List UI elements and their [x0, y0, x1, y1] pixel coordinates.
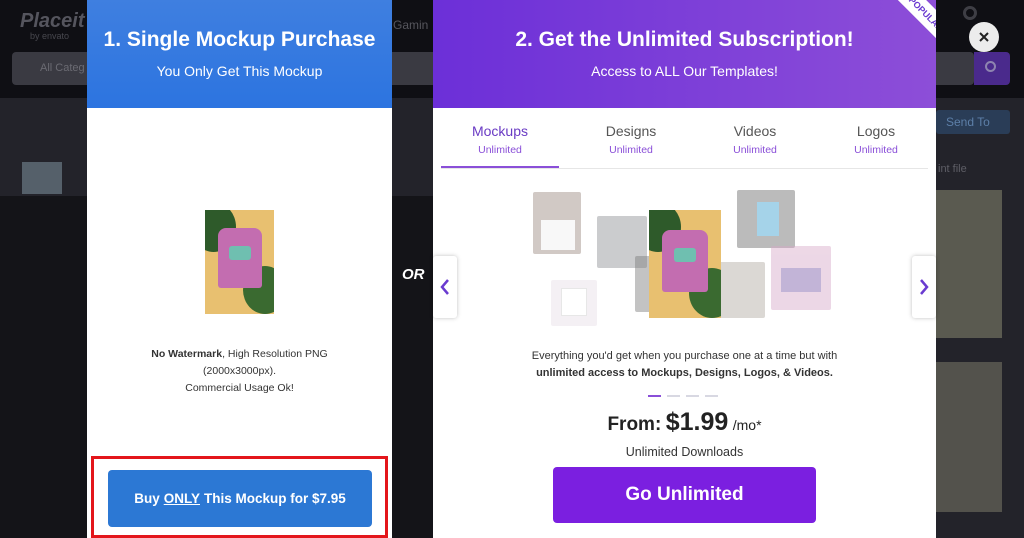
collage-image — [719, 262, 765, 318]
close-modal-button[interactable] — [969, 22, 999, 52]
unlimited-downloads-text: Unlimited Downloads — [625, 445, 744, 459]
chevron-left-icon — [440, 279, 449, 295]
tab-videos[interactable]: Videos Unlimited — [696, 118, 814, 168]
search-category: All Categ — [40, 62, 85, 74]
subscription-subtitle: Access to ALL Our Templates! — [591, 63, 778, 79]
price-from-label: From: — [607, 414, 662, 435]
collage-image — [533, 192, 581, 254]
tab-sublabel: Unlimited — [733, 144, 777, 156]
go-unlimited-button[interactable]: Go Unlimited — [553, 467, 816, 523]
no-watermark-label: No Watermark — [151, 348, 223, 360]
carousel-dot[interactable] — [648, 395, 661, 397]
collage-image — [737, 190, 795, 248]
placeit-logo: Placeit — [20, 10, 85, 32]
price-unit: /mo* — [732, 417, 762, 433]
print-file-text: int file — [938, 163, 967, 175]
subscription-header: 2. Get the Unlimited Subscription! Acces… — [433, 0, 936, 108]
or-divider-label: OR — [402, 266, 425, 283]
background-thumbnail — [22, 162, 62, 194]
tab-sublabel: Unlimited — [854, 144, 898, 156]
single-purchase-title: 1. Single Mockup Purchase — [103, 28, 376, 51]
tab-sublabel: Unlimited — [609, 144, 653, 156]
buy-label-only: ONLY — [163, 491, 200, 506]
nav-item-gaming: Gamin — [393, 18, 429, 32]
background-thumbnail — [936, 362, 1002, 512]
search-button — [974, 52, 1010, 85]
tabs-divider — [441, 168, 928, 169]
search-icon — [985, 61, 996, 72]
tab-label: Logos — [856, 123, 896, 139]
commercial-usage-text: Commercial Usage Ok! — [185, 382, 294, 394]
template-collage — [533, 190, 837, 330]
resolution-text: , High Resolution PNG — [222, 348, 328, 360]
carousel-indicators — [648, 395, 728, 398]
tab-sublabel: Unlimited — [478, 144, 522, 156]
buy-single-mockup-button[interactable]: Buy ONLY This Mockup for $7.95 — [108, 470, 372, 527]
price-amount: $1.99 — [665, 408, 729, 436]
featured-mockup-image — [649, 210, 721, 318]
carousel-next-button[interactable] — [912, 256, 936, 318]
collage-image — [771, 246, 831, 310]
tab-mockups[interactable]: Mockups Unlimited — [441, 118, 559, 168]
carousel-dot[interactable] — [686, 395, 699, 397]
buy-label-suffix: This Mockup for $7.95 — [203, 491, 346, 506]
carousel-dot[interactable] — [705, 395, 718, 397]
subscription-title: 2. Get the Unlimited Subscription! — [515, 28, 854, 51]
logo-subtitle: by envato — [30, 31, 70, 41]
single-purchase-subtitle: You Only Get This Mockup — [156, 63, 323, 79]
single-purchase-description: No Watermark, High Resolution PNG (2000x… — [87, 346, 392, 397]
subscription-description: Everything you'd get when you purchase o… — [433, 348, 936, 382]
dimensions-text: (2000x3000px). — [203, 365, 276, 377]
single-purchase-header: 1. Single Mockup Purchase You Only Get T… — [87, 0, 392, 108]
collage-image — [551, 280, 597, 326]
settings-icon — [963, 6, 977, 20]
close-icon — [979, 32, 989, 42]
description-line: Everything you'd get when you purchase o… — [531, 350, 838, 362]
tab-designs[interactable]: Designs Unlimited — [572, 118, 690, 168]
tab-label: Mockups — [471, 123, 529, 139]
background-thumbnail — [936, 190, 1002, 338]
template-type-tabs: Mockups Unlimited Designs Unlimited Vide… — [441, 118, 928, 168]
tab-logos[interactable]: Logos Unlimited — [817, 118, 935, 168]
carousel-dot[interactable] — [667, 395, 680, 397]
tab-label: Designs — [605, 123, 657, 139]
buy-label-prefix: Buy — [134, 491, 160, 506]
subscription-card: 2. Get the Unlimited Subscription! Acces… — [433, 0, 936, 538]
send-to-label: Send To — [946, 115, 990, 129]
chevron-right-icon — [920, 279, 929, 295]
mockup-preview-image — [205, 210, 274, 314]
price: From: $1.99 /mo* — [433, 408, 936, 437]
carousel-prev-button[interactable] — [433, 256, 457, 318]
description-bold-line: unlimited access to Mockups, Designs, Lo… — [536, 367, 833, 379]
tab-label: Videos — [733, 123, 777, 139]
